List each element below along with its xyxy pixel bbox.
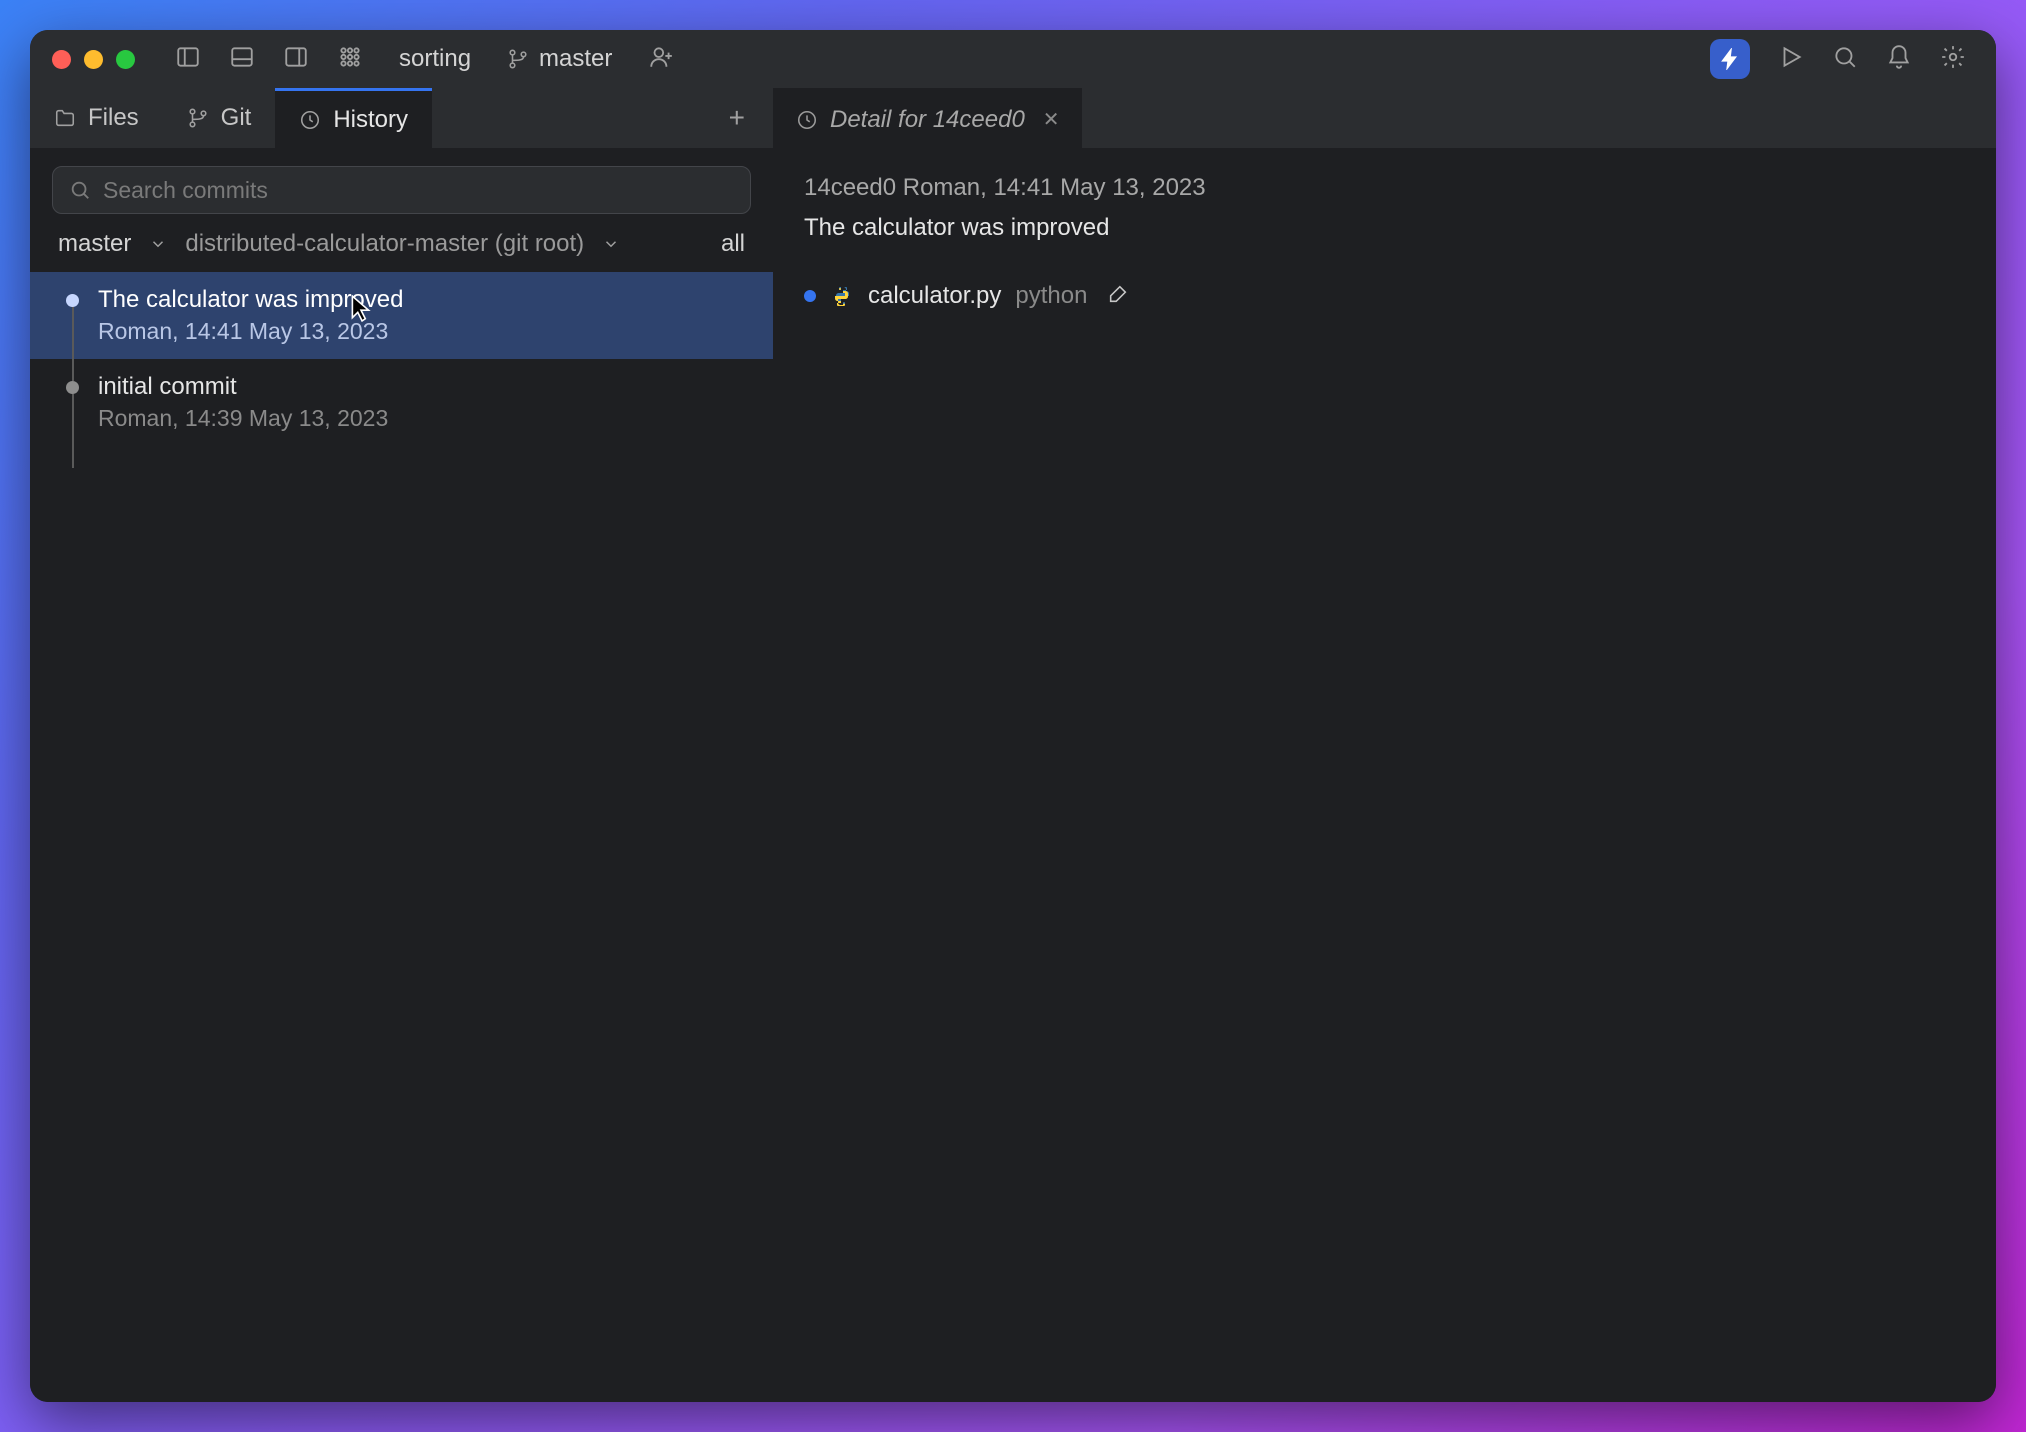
- notifications-icon[interactable]: [1886, 44, 1912, 75]
- search-commits-input[interactable]: [52, 166, 751, 214]
- minimize-window-button[interactable]: [84, 50, 103, 69]
- commit-message: The calculator was improved: [804, 214, 1966, 242]
- branch-indicator[interactable]: master: [507, 45, 612, 73]
- branch-name: master: [539, 45, 612, 73]
- detail-tab-title: Detail for 14ceed0: [830, 106, 1025, 134]
- ai-assistant-button[interactable]: [1710, 39, 1750, 79]
- commit-item[interactable]: The calculator was improved Roman, 14:41…: [30, 272, 773, 359]
- run-icon[interactable]: [1778, 44, 1804, 75]
- apps-grid-icon[interactable]: [337, 44, 363, 75]
- window-controls: [52, 50, 135, 69]
- folder-icon: [54, 107, 76, 129]
- sidebar-tabs: Files Git History +: [30, 88, 773, 148]
- project-name[interactable]: sorting: [399, 45, 471, 73]
- close-tab-button[interactable]: ✕: [1043, 107, 1060, 132]
- commit-title: initial commit: [98, 373, 745, 401]
- scope-filter[interactable]: all: [721, 230, 745, 258]
- search-icon: [69, 179, 91, 201]
- search-commits-field[interactable]: [103, 177, 734, 204]
- edit-icon[interactable]: [1101, 283, 1129, 310]
- modified-dot-icon: [804, 290, 816, 302]
- commit-item[interactable]: initial commit Roman, 14:39 May 13, 2023: [30, 359, 773, 446]
- commit-list: The calculator was improved Roman, 14:41…: [30, 272, 773, 1402]
- search-icon[interactable]: [1832, 44, 1858, 75]
- file-name: calculator.py: [868, 282, 1001, 310]
- commit-meta: Roman, 14:39 May 13, 2023: [98, 405, 745, 432]
- branch-icon: [507, 48, 529, 70]
- layout-icons: [175, 44, 363, 75]
- changed-file-row[interactable]: calculator.py python: [804, 282, 1966, 310]
- commit-meta: Roman, 14:41 May 13, 2023: [98, 318, 745, 345]
- tab-git[interactable]: Git: [163, 88, 276, 148]
- commit-detail-panel: Detail for 14ceed0 ✕ 14ceed0 Roman, 14:4…: [774, 88, 1996, 1402]
- settings-icon[interactable]: [1940, 44, 1966, 75]
- history-filters: master distributed-calculator-master (gi…: [30, 226, 773, 272]
- python-file-icon: [830, 284, 854, 308]
- chevron-down-icon: [149, 235, 167, 253]
- history-sidebar: Files Git History + master: [30, 88, 774, 1402]
- commit-title: The calculator was improved: [98, 286, 745, 314]
- root-filter[interactable]: distributed-calculator-master (git root): [185, 230, 584, 258]
- clock-icon: [299, 109, 321, 131]
- detail-tabs: Detail for 14ceed0 ✕: [774, 88, 1996, 148]
- bottom-panel-icon[interactable]: [229, 44, 255, 75]
- titlebar: sorting master: [30, 30, 1996, 88]
- branch-filter[interactable]: master: [58, 230, 131, 258]
- ide-window: sorting master Files: [30, 30, 1996, 1402]
- add-collaborator-icon[interactable]: [648, 44, 674, 75]
- tab-files[interactable]: Files: [30, 88, 163, 148]
- tab-history[interactable]: History: [275, 88, 432, 148]
- file-directory: python: [1015, 282, 1087, 310]
- add-tab-button[interactable]: +: [701, 88, 773, 148]
- chevron-down-icon: [602, 235, 620, 253]
- zoom-window-button[interactable]: [116, 50, 135, 69]
- close-window-button[interactable]: [52, 50, 71, 69]
- commit-header: 14ceed0 Roman, 14:41 May 13, 2023: [804, 174, 1966, 202]
- detail-tab[interactable]: Detail for 14ceed0 ✕: [774, 88, 1082, 148]
- titlebar-right-icons: [1710, 39, 1966, 79]
- clock-icon: [796, 109, 818, 131]
- branch-icon: [187, 107, 209, 129]
- right-panel-icon[interactable]: [283, 44, 309, 75]
- left-panel-icon[interactable]: [175, 44, 201, 75]
